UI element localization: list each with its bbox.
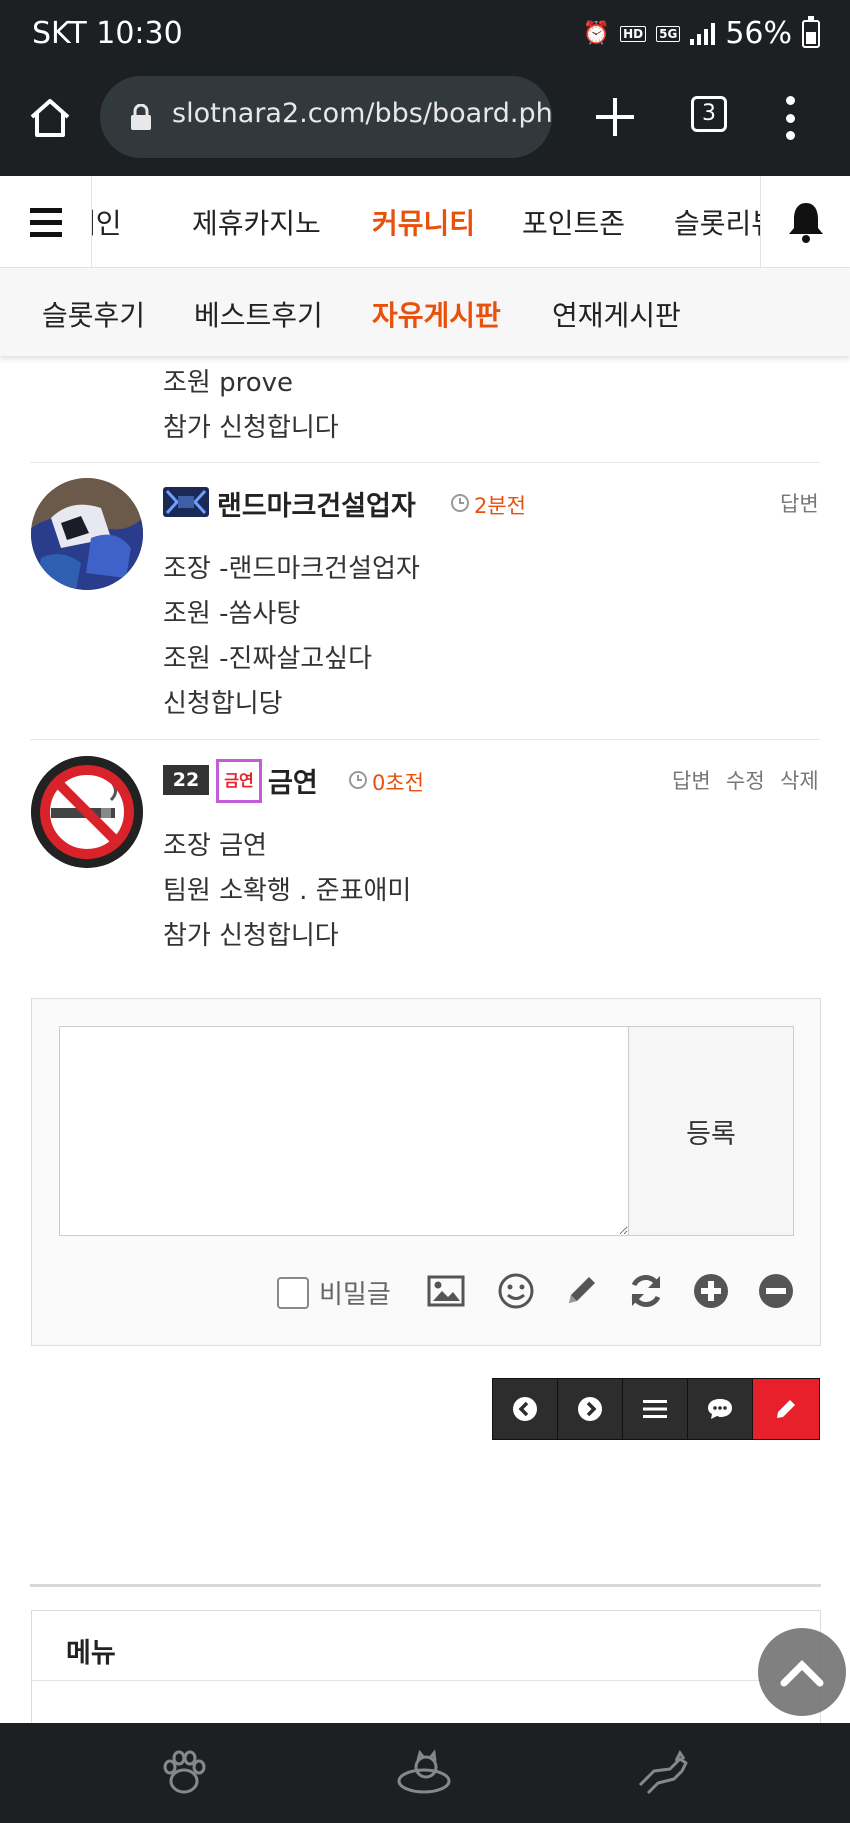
scroll-to-top-button[interactable] (758, 1628, 846, 1716)
list-icon (643, 1400, 667, 1418)
comment-line: 참가 신청합니다 (163, 921, 339, 951)
battery-icon (802, 15, 820, 48)
notification-bell-icon[interactable] (760, 176, 850, 268)
nav-item-main[interactable]: 메인 (92, 202, 122, 242)
minus-circle-icon[interactable] (756, 1271, 796, 1311)
status-icons: ⏰ HD 5G 56% (582, 15, 820, 51)
comment-line: 팀원 소확행 . 준표애미 (163, 876, 412, 906)
prev-icon (513, 1397, 537, 1421)
tab-slot-review[interactable]: 슬롯후기 (42, 294, 145, 334)
comment-line: 참가 신청합니다 (163, 413, 339, 443)
battery-level: 56% (725, 16, 792, 51)
network-5g-icon: 5G (656, 25, 681, 42)
refresh-icon[interactable] (626, 1271, 666, 1311)
clock-icon (349, 771, 367, 789)
tab-best-review[interactable]: 베스트후기 (194, 294, 323, 334)
comment-author[interactable]: 금연 (268, 761, 318, 800)
new-tab-button[interactable] (596, 98, 634, 136)
browser-menu-icon[interactable] (786, 96, 796, 140)
clock-icon (451, 494, 469, 512)
edit-button[interactable]: 수정 (726, 765, 765, 795)
next-post-button[interactable] (558, 1379, 623, 1439)
running-pet-icon[interactable] (636, 1749, 692, 1797)
list-button[interactable] (623, 1379, 688, 1439)
write-icon (777, 1400, 795, 1418)
nav-item-point-zone[interactable]: 포인트존 (522, 202, 625, 242)
comment-textarea[interactable] (59, 1026, 629, 1236)
comment-line: 조장 -랜드마크건설업자 (163, 554, 420, 584)
submit-comment-button[interactable]: 등록 (628, 1026, 794, 1236)
board-sub-nav: 슬롯후기 베스트후기 자유게시판 연재게시판 (0, 268, 850, 356)
comment-button[interactable] (688, 1379, 753, 1439)
comment-line: 조원 prove (163, 368, 294, 398)
signal-icon (690, 22, 716, 45)
menu-panel: 메뉴 (31, 1610, 821, 1730)
menu-title: 메뉴 (66, 1638, 116, 1669)
section-divider (30, 1584, 821, 1587)
board-button-group (492, 1378, 820, 1440)
comment-line: 조원 -쏨사탕 (163, 599, 301, 629)
tab-switcher-button[interactable]: 3 (691, 96, 727, 132)
emoji-icon[interactable] (496, 1271, 536, 1311)
comment-divider (30, 739, 820, 740)
comment-divider (30, 462, 820, 463)
comment-form: 등록 비밀글 (31, 998, 821, 1346)
chevron-up-icon (780, 1660, 824, 1687)
write-post-button[interactable] (753, 1379, 819, 1439)
nav-item-community[interactable]: 커뮤니티 (372, 202, 475, 242)
avatar[interactable] (31, 478, 143, 590)
comment-line: 조장 금연 (163, 831, 267, 861)
alarm-icon: ⏰ (582, 20, 611, 46)
comment-time: 0초전 (372, 771, 425, 795)
reply-button[interactable]: 답변 (780, 488, 819, 518)
image-icon[interactable] (426, 1271, 466, 1311)
tab-serial-board[interactable]: 연재게시판 (552, 294, 681, 334)
pet-bed-icon[interactable] (396, 1749, 452, 1797)
delete-button[interactable]: 삭제 (780, 765, 819, 795)
comment-time: 2분전 (474, 494, 527, 518)
hamburger-menu-icon[interactable] (0, 176, 92, 268)
hd-voice-icon: HD (620, 25, 647, 42)
carrier-time: SKT 10:30 (32, 16, 183, 51)
address-bar[interactable]: slotnara2.com/bbs/board.php? (100, 76, 552, 158)
level-badge: 22 (163, 765, 209, 795)
reply-button[interactable]: 답변 (672, 765, 711, 795)
comment-tools: 비밀글 (32, 1269, 822, 1313)
paw-icon[interactable] (156, 1749, 212, 1797)
home-icon[interactable] (28, 96, 72, 140)
lock-icon (131, 104, 151, 130)
pencil-icon[interactable] (561, 1271, 601, 1311)
nav-item-partner-casino[interactable]: 제휴카지노 (192, 202, 321, 242)
status-bar: SKT 10:30 ⏰ HD 5G 56% (0, 0, 850, 72)
plus-circle-icon[interactable] (691, 1271, 731, 1311)
next-icon (578, 1397, 602, 1421)
site-nav: 메인 제휴카지노 커뮤니티 포인트존 슬롯리뷰 (0, 176, 850, 268)
level-badge-icon (163, 487, 209, 517)
nav-item-slot-review[interactable]: 슬롯리뷰 (674, 202, 760, 242)
browser-toolbar: slotnara2.com/bbs/board.php? 3 (0, 72, 850, 176)
menu-header: 메뉴 (32, 1611, 820, 1681)
prev-post-button[interactable] (493, 1379, 558, 1439)
bottom-app-bar (0, 1723, 850, 1823)
name-badge: 금연 (216, 759, 262, 803)
comment-line: 신청합니당 (163, 689, 283, 719)
comment-icon (708, 1399, 732, 1419)
tab-free-board[interactable]: 자유게시판 (372, 294, 501, 334)
avatar[interactable] (31, 756, 143, 868)
secret-checkbox[interactable] (277, 1277, 309, 1309)
comment-author[interactable]: 랜드마크건설업자 (217, 484, 416, 523)
secret-label: 비밀글 (319, 1280, 391, 1310)
url-text: slotnara2.com/bbs/board.php? (172, 98, 552, 129)
main-menu: 메인 제휴카지노 커뮤니티 포인트존 슬롯리뷰 (92, 176, 760, 268)
comment-line: 조원 -진짜살고싶다 (163, 644, 373, 674)
